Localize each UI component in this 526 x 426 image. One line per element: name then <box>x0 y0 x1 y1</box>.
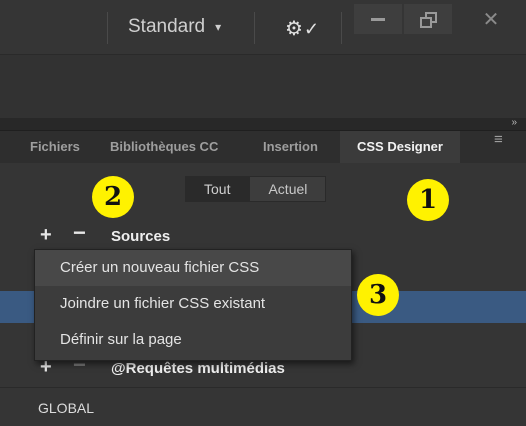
restore-icon <box>420 12 437 28</box>
divider <box>0 387 526 388</box>
add-source-button[interactable]: + <box>40 224 52 247</box>
remove-source-button[interactable]: − <box>73 220 86 246</box>
tab-bibliotheques-cc[interactable]: Bibliothèques CC <box>110 131 218 163</box>
separator <box>341 12 342 44</box>
panel-group-header <box>0 118 526 130</box>
tab-css-designer[interactable]: CSS Designer <box>340 131 460 163</box>
panel-tabs: Fichiers Bibliothèques CC Insertion CSS … <box>0 130 526 163</box>
menu-item-create-css[interactable]: Créer un nouveau fichier CSS <box>35 250 351 286</box>
collapse-panels-icon[interactable]: » <box>511 117 516 128</box>
media-query-global-item[interactable]: GLOBAL <box>38 400 94 416</box>
tab-fichiers[interactable]: Fichiers <box>30 131 80 163</box>
workspace-switcher[interactable]: Standard ▾ <box>128 16 221 38</box>
toggle-current-button[interactable]: Actuel <box>249 176 327 202</box>
minimize-button[interactable] <box>354 4 402 34</box>
sync-settings-button[interactable]: ⚙✓ <box>285 16 319 41</box>
close-button[interactable]: ✕ <box>456 4 526 34</box>
annotation-badge-1: 1 <box>407 179 449 221</box>
media-queries-section-title: @Requêtes multimédias <box>111 360 285 377</box>
add-css-source-menu: Créer un nouveau fichier CSS Joindre un … <box>34 249 352 361</box>
restore-button[interactable] <box>404 4 452 34</box>
document-toolbar <box>0 55 526 118</box>
minimize-icon <box>371 17 385 21</box>
separator <box>254 12 255 44</box>
sources-section-title: Sources <box>111 228 171 245</box>
panel-menu-icon[interactable]: ≡ <box>494 131 503 148</box>
separator <box>107 12 108 44</box>
tab-insertion[interactable]: Insertion <box>263 131 318 163</box>
annotation-badge-3: 3 <box>357 274 399 316</box>
menu-item-define-in-page[interactable]: Définir sur la page <box>35 322 351 358</box>
annotation-badge-2: 2 <box>92 176 134 218</box>
window-controls: ✕ <box>354 4 526 34</box>
close-icon: ✕ <box>482 8 500 31</box>
toggle-all-button[interactable]: Tout <box>185 176 250 202</box>
menu-item-attach-css[interactable]: Joindre un fichier CSS existant <box>35 286 351 322</box>
chevron-down-icon: ▾ <box>215 20 222 34</box>
gear-check-icon: ⚙✓ <box>285 18 320 40</box>
view-mode-toggle: Tout Actuel <box>185 176 327 202</box>
workspace-label: Standard <box>128 16 206 37</box>
